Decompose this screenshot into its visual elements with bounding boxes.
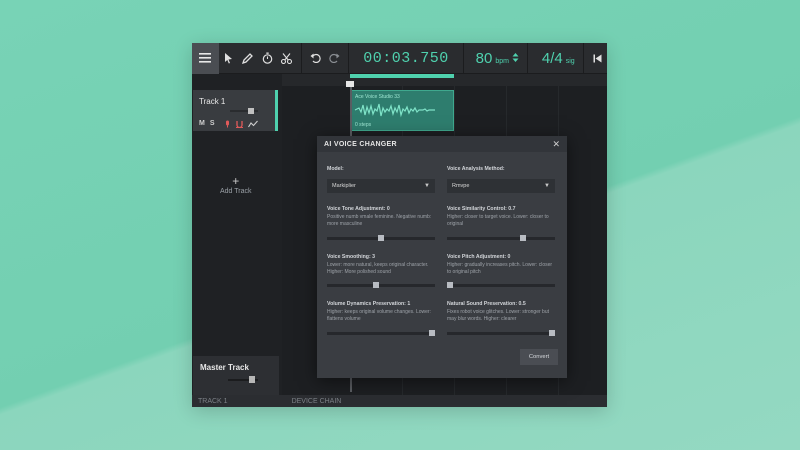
pitch-description: Higher: gradually increases pitch. Lower…	[447, 262, 553, 275]
loop-region[interactable]	[350, 74, 454, 78]
mute-button[interactable]: M	[199, 120, 205, 128]
natural-label: Natural Sound Preservation: 0.5	[447, 301, 526, 307]
chevron-down-icon: ▼	[544, 183, 550, 189]
toolbar: 00:03.750 80 bpm 4/4 sig	[192, 43, 607, 74]
dialog-header: AI VOICE CHANGER ✕	[317, 136, 567, 152]
natural-field: Natural Sound Preservation: 0.5 Fixes ro…	[447, 301, 555, 323]
toolbar-divider	[526, 43, 528, 74]
track-controls: M S	[199, 120, 258, 128]
automation-icon[interactable]	[247, 120, 258, 128]
pitch-slider[interactable]	[447, 282, 555, 288]
track-list: Track 1 M S + Add Track Master Track	[192, 74, 282, 407]
skip-back-icon	[593, 54, 602, 62]
clip-subtitle: 0 steps	[355, 122, 372, 128]
time-signature-value: 4/4	[541, 49, 563, 67]
tone-field: Voice Tone Adjustment: 0 Positive numb v…	[327, 206, 435, 228]
undo-icon	[310, 53, 321, 63]
time-display: 00:03.750	[363, 49, 449, 67]
microphone-icon[interactable]	[224, 120, 231, 128]
smoothing-slider-handle[interactable]	[372, 282, 379, 288]
device-chain-tab[interactable]: DEVICE CHAIN	[292, 398, 342, 405]
smoothing-description: Lower: more natural, keeps original char…	[327, 262, 429, 275]
dynamics-field: Volume Dynamics Preservation: 1 Higher: …	[327, 301, 435, 323]
pencil-tool-button[interactable]	[238, 43, 257, 74]
similarity-slider-handle[interactable]	[519, 235, 526, 241]
dynamics-label: Volume Dynamics Preservation: 1	[327, 301, 411, 307]
audio-clip[interactable]: Ace Voice Studio 33 0 steps	[350, 90, 454, 131]
pitch-field: Voice Pitch Adjustment: 0 Higher: gradua…	[447, 254, 555, 276]
undo-button[interactable]	[305, 43, 324, 74]
toolbar-divider	[462, 43, 464, 74]
pencil-icon	[242, 52, 254, 64]
model-value: Markiplier	[332, 183, 356, 189]
plus-icon: +	[232, 174, 240, 188]
master-volume-handle[interactable]	[249, 376, 255, 383]
hamburger-icon	[199, 53, 212, 63]
track-tab[interactable]: TRACK 1	[198, 398, 228, 405]
track-1-header[interactable]: Track 1 M S	[193, 90, 278, 131]
dynamics-slider-handle[interactable]	[428, 330, 435, 336]
dialog-title: AI VOICE CHANGER	[324, 140, 397, 148]
tone-description: Positive numb vmale feminine. Negative n…	[327, 214, 432, 227]
method-select[interactable]: Rmvpe ▼	[447, 179, 555, 193]
similarity-field: Voice Similarity Control: 0.7 Higher: cl…	[447, 206, 555, 228]
timer-tool-button[interactable]	[258, 43, 277, 74]
toolbar-divider	[582, 43, 584, 74]
tone-slider-handle[interactable]	[378, 235, 384, 241]
tone-slider[interactable]	[327, 235, 435, 241]
skip-back-button[interactable]	[588, 43, 607, 74]
close-icon[interactable]: ✕	[552, 139, 560, 150]
stopwatch-icon	[262, 52, 273, 64]
model-label: Model:	[327, 166, 344, 172]
method-field: Voice Analysis Method:	[447, 166, 555, 172]
redo-button[interactable]	[325, 43, 344, 74]
bpm-unit: bpm	[495, 57, 509, 65]
redo-icon	[329, 53, 340, 63]
similarity-description: Higher: closer to target voice. Lower: c…	[447, 214, 549, 227]
track-name: Track 1	[199, 97, 226, 106]
model-field: Model:	[327, 166, 435, 172]
cut-tool-button[interactable]	[277, 43, 296, 74]
natural-slider[interactable]	[447, 330, 555, 336]
pitch-label: Voice Pitch Adjustment: 0	[447, 254, 511, 260]
add-track-label: Add Track	[220, 188, 252, 195]
bpm-value: 80	[475, 49, 493, 67]
chevron-down-icon: ▼	[424, 183, 430, 189]
similarity-label: Voice Similarity Control: 0.7	[447, 206, 516, 212]
playhead-handle[interactable]	[346, 81, 354, 87]
pitch-slider-handle[interactable]	[447, 282, 454, 288]
convert-button[interactable]: Convert	[520, 349, 558, 365]
stepper-icon[interactable]	[512, 52, 519, 63]
method-value: Rmvpe	[452, 183, 470, 189]
bottom-panel-tabs: TRACK 1 DEVICE CHAIN	[192, 395, 607, 407]
time-signature-display[interactable]: 4/4 sig	[532, 50, 579, 67]
dynamics-description: Higher: keeps original volume changes. L…	[327, 309, 431, 322]
smoothing-field: Voice Smoothing: 3 Lower: more natural, …	[327, 254, 435, 276]
toolbar-divider	[348, 43, 350, 74]
scissors-icon	[281, 52, 293, 64]
master-track-name: Master Track	[200, 363, 249, 372]
method-label: Voice Analysis Method:	[447, 166, 505, 172]
similarity-slider[interactable]	[447, 235, 555, 241]
track-volume-handle[interactable]	[248, 108, 254, 114]
dynamics-slider[interactable]	[327, 330, 435, 336]
master-track-header[interactable]: Master Track	[193, 356, 279, 398]
solo-button[interactable]: S	[210, 120, 215, 128]
add-track-button[interactable]: + Add Track	[220, 174, 252, 195]
natural-slider-handle[interactable]	[548, 330, 555, 336]
waveform	[354, 103, 435, 118]
model-select[interactable]: Markiplier ▼	[327, 179, 435, 193]
natural-description: Fixes robot voice glitches. Lower: stron…	[447, 309, 549, 322]
bpm-display[interactable]: 80 bpm	[468, 50, 523, 67]
tone-label: Voice Tone Adjustment: 0	[327, 206, 390, 212]
smoothing-label: Voice Smoothing: 3	[327, 254, 376, 260]
menu-button[interactable]	[192, 43, 219, 74]
record-arm-icon[interactable]	[235, 120, 243, 128]
cursor-icon	[224, 52, 232, 63]
ai-voice-changer-dialog: AI VOICE CHANGER ✕ Model: Markiplier ▼ V…	[317, 136, 567, 378]
time-signature-unit: sig	[565, 57, 575, 65]
select-tool-button[interactable]	[219, 43, 238, 74]
smoothing-slider[interactable]	[327, 282, 435, 288]
toolbar-divider	[300, 43, 302, 74]
